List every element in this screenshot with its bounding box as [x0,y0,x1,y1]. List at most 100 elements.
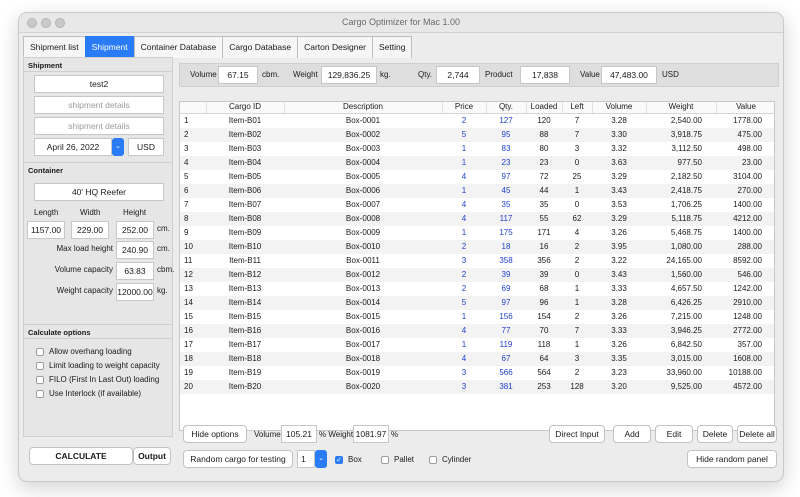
table-row[interactable]: 8 Item-B08 Box-0008 4 117 55 62 3.29 5,118.75 421… [180,211,774,226]
table-row[interactable]: 2 Item-B02 Box-0002 5 95 88 7 3.30 3,918.75 475.0… [180,127,774,142]
tab-setting[interactable]: Setting [372,36,413,58]
table-row[interactable]: 18 Item-B18 Box-0018 4 67 64 3 3.35 3,015.00 1608… [180,351,774,366]
checkbox-icon[interactable] [36,375,44,384]
table-row[interactable]: 7 Item-B07 Box-0007 4 35 35 0 3.53 1,706.25 1400.… [180,198,774,212]
shipment-name-field[interactable]: test2 [34,75,164,93]
random-count-field[interactable]: 1 [297,450,315,468]
table-cell: 23 [526,155,562,170]
edit-button[interactable]: Edit [655,425,693,443]
hide-random-panel-button[interactable]: Hide random panel [687,450,777,468]
pallet-option[interactable]: Pallet [381,455,414,464]
table-cell: 16 [526,239,562,254]
column-header[interactable]: Left [562,102,593,114]
table-row[interactable]: 9 Item-B09 Box-0009 1 175 171 4 3.26 5,468.75 140… [180,226,774,240]
tab-carton-designer[interactable]: Carton Designer [297,36,373,58]
table-cell: 3.23 [611,367,627,377]
table-row[interactable]: 5 Item-B05 Box-0005 4 97 72 25 3.29 2,182.50 3104… [180,170,774,184]
table-row[interactable]: 10 Item-B10 Box-0010 2 18 16 2 3.95 1,080.00 288.… [180,239,774,254]
container-type-field[interactable]: 40' HQ Reefer [34,183,164,201]
table-cell: 8 [180,211,206,226]
table-row[interactable]: 17 Item-B17 Box-0017 1 119 118 1 3.26 6,842.50 35… [180,338,774,352]
table-cell: 3 [562,351,592,366]
random-cargo-button[interactable]: Random cargo for testing [183,450,293,468]
tab-shipment[interactable]: Shipment [84,36,135,58]
output-button[interactable]: Output [133,447,171,465]
table-cell: Item-B13 [228,283,262,293]
table-row[interactable]: 4 Item-B04 Box-0004 1 23 23 0 3.63 977.50 23.00 [180,155,774,170]
table-row[interactable]: 11 Item-B11 Box-0011 3 358 356 2 3.22 24,165.00 8… [180,254,774,268]
column-header[interactable]: Cargo ID [206,102,285,114]
table-cell: 3,015.00 [646,351,716,366]
table-cell: 2772.00 [716,323,774,338]
column-header[interactable] [180,102,207,114]
delete-all-button[interactable]: Delete all [737,425,777,443]
column-header[interactable]: Weight [646,102,717,114]
volume-capacity-field[interactable]: 63.83 [116,262,154,280]
height-field[interactable]: 252.00 [116,221,154,239]
app-window: Cargo Optimizer for Mac 1.00 Shipment li… [18,12,784,482]
table-row[interactable]: 16 Item-B16 Box-0016 4 77 70 7 3.33 3,946.25 2772… [180,323,774,338]
table-row[interactable]: 3 Item-B03 Box-0003 1 83 80 3 3.32 3,112.50 498.0… [180,142,774,156]
checkbox-icon[interactable] [36,361,44,370]
table-cell: 3,918.75 [646,127,716,142]
tab-shipment-list[interactable]: Shipment list [23,36,86,58]
table-cell: Box-0006 [284,183,442,198]
hide-options-button[interactable]: Hide options [183,425,247,443]
table-row[interactable]: 1 Item-B01 Box-0001 2 127 120 7 3.28 2,540.00 177… [180,113,774,128]
weight-capacity-field[interactable]: 12000.00 [116,283,154,301]
table-cell: Box-0005 [345,171,381,181]
tab-cargo-database[interactable]: Cargo Database [222,36,299,58]
allow-overhang-option[interactable]: Allow overhang loading [36,347,132,356]
checkbox-icon[interactable] [429,455,437,464]
column-header[interactable]: Loaded [526,102,563,114]
interlock-option[interactable]: Use Interlock (if available) [36,389,141,398]
table-cell: 7 [574,115,580,125]
table-cell: 8592.00 [733,255,762,265]
cargo-table[interactable]: Cargo ID Description Price Qty. Loaded Left Vo… [179,101,775,431]
date-stepper-icon[interactable]: ⌄ [112,138,124,156]
table-row[interactable]: 19 Item-B19 Box-0019 3 566 564 2 3.23 33,960.00 1… [180,366,774,380]
delete-button[interactable]: Delete [697,425,733,443]
table-row[interactable]: 6 Item-B06 Box-0006 1 45 44 1 3.43 2,418.75 270.0… [180,183,774,198]
random-count-stepper-icon[interactable]: ⌄ [315,450,327,468]
direct-input-button[interactable]: Direct Input [549,425,605,443]
table-cell: 24,165.00 [666,255,702,265]
column-header[interactable]: Price [442,102,487,114]
tab-container-database[interactable]: Container Database [133,36,224,58]
table-cell: 25 [572,171,582,181]
calculate-button[interactable]: CALCULATE [29,447,133,465]
table-cell: 3.30 [592,127,646,142]
filo-option[interactable]: FILO (First In Last Out) loading [36,375,159,384]
table-row[interactable]: 12 Item-B12 Box-0012 2 39 39 0 3.43 1,560.00 546.… [180,267,774,282]
shipment-details-field-2[interactable]: shipment details [34,117,164,135]
shipment-details-field-1[interactable]: shipment details [34,96,164,114]
max-load-height-field[interactable]: 240.90 [116,241,154,259]
table-row[interactable]: 13 Item-B13 Box-0013 2 69 68 1 3.33 4,657.50 1242… [180,282,774,296]
column-header[interactable]: Qty. [486,102,527,114]
shipment-date-field[interactable]: April 26, 2022 [34,138,112,156]
table-row[interactable]: 20 Item-B20 Box-0020 3 381 253 128 3.20 9,525.00… [180,379,774,394]
limit-weight-option[interactable]: Limit loading to weight capacity [36,361,160,370]
add-button[interactable]: Add [613,425,651,443]
cylinder-option[interactable]: Cylinder [429,455,471,464]
checkbox-icon[interactable] [381,455,389,464]
checkbox-checked-icon[interactable]: ✓ [335,455,343,464]
table-row[interactable]: 15 Item-B15 Box-0015 1 156 154 2 3.26 7,215.00 12… [180,310,774,324]
table-cell: 35 [501,199,511,209]
column-header[interactable]: Description [284,102,443,114]
table-cell: 3.33 [611,283,627,293]
table-cell: 2 [461,283,467,293]
box-option[interactable]: ✓ Box [335,455,362,464]
currency-field[interactable]: USD [128,138,164,156]
table-cell: 1400.00 [733,199,762,209]
checkbox-icon[interactable] [36,389,44,398]
table-cell: Box-0020 [284,379,442,394]
length-label: Length [34,208,59,217]
column-header[interactable]: Volume [592,102,647,114]
checkbox-icon[interactable] [36,347,44,356]
column-header[interactable]: Value [716,102,774,114]
table-cell: 381 [486,379,526,394]
length-field[interactable]: 1157.00 [27,221,65,239]
table-row[interactable]: 14 Item-B14 Box-0014 5 97 96 1 3.28 6,426.25 2910… [180,295,774,310]
width-field[interactable]: 229.00 [71,221,109,239]
